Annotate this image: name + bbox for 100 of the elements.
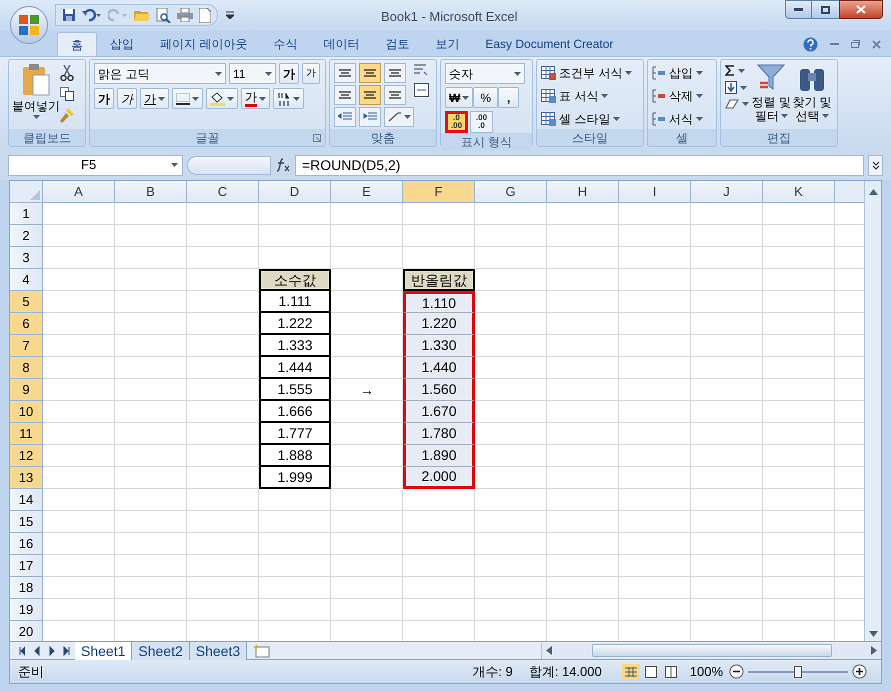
table-cell: 1.333 (259, 335, 331, 357)
underline-button[interactable]: 가 (140, 88, 169, 109)
sheet-tab[interactable]: Sheet2 (132, 642, 190, 660)
ribbon-tab[interactable]: Easy Document Creator (472, 32, 626, 56)
decimal-places-button[interactable]: .0 .00 (445, 111, 468, 133)
cells-button[interactable]: 삽입 (652, 63, 712, 83)
status-text: 준비 (17, 662, 45, 681)
group-label: 표시 형식 (460, 134, 512, 150)
font-color-button[interactable]: 가 (241, 88, 270, 109)
row-header[interactable]: 2 (10, 225, 43, 247)
table-cell: 1.330 (403, 335, 475, 357)
table-cell: 1.440 (403, 357, 475, 379)
bold-button[interactable]: 가 (94, 88, 114, 109)
find-select-button[interactable]: 찾기 및 선택 (791, 63, 833, 123)
comma-button[interactable]: , (498, 87, 520, 108)
column-header[interactable]: C (187, 181, 259, 203)
table-cell: 1.999 (259, 467, 331, 489)
group-label: 글꼴 (196, 130, 220, 146)
column-header[interactable]: K (763, 181, 835, 203)
group-label: 맞춤 (371, 130, 395, 146)
column-header[interactable]: J (691, 181, 763, 203)
column-header[interactable]: D (259, 181, 331, 203)
table-cell: 1.666 (259, 401, 331, 423)
group-label: 셀 (676, 130, 688, 146)
cells-button[interactable]: 삭제 (652, 86, 712, 106)
row-header[interactable]: 5 (10, 291, 43, 313)
row-header[interactable]: 13 (10, 467, 43, 489)
column-header[interactable]: E (331, 181, 403, 203)
row-header[interactable]: 15 (10, 511, 43, 533)
ribbon-tab[interactable]: 수식 (260, 32, 310, 56)
row-header[interactable]: 11 (10, 423, 43, 445)
group-label: 편집 (767, 130, 791, 146)
font-size-field[interactable]: 11 (229, 63, 276, 84)
row-header[interactable]: 16 (10, 533, 43, 555)
table-cell: 1.555 (259, 379, 331, 401)
column-header[interactable]: B (115, 181, 187, 203)
table-cell: 1.220 (403, 313, 475, 335)
italic-button[interactable]: 가 (117, 88, 137, 109)
table-cell: 1.444 (259, 357, 331, 379)
column-header[interactable]: A (43, 181, 115, 203)
table-heading-cell: 소수값 (259, 269, 331, 291)
row-header[interactable]: 10 (10, 401, 43, 423)
row-header[interactable]: 4 (10, 269, 43, 291)
table-cell: 1.110 (403, 291, 475, 313)
table-cell: 1.890 (403, 445, 475, 467)
count-text: 개수: 9 (472, 662, 513, 681)
ribbon-tab[interactable]: 검토 (372, 32, 422, 56)
row-header[interactable]: 7 (10, 335, 43, 357)
group-label: 스타일 (572, 130, 608, 146)
font-name-field[interactable]: 맑은 고딕 (94, 63, 226, 84)
row-header[interactable]: 20 (10, 621, 43, 641)
row-header[interactable]: 12 (10, 445, 43, 467)
row-header[interactable]: 6 (10, 313, 43, 335)
window-title: Book1 - Microsoft Excel (381, 8, 518, 26)
name-box[interactable]: F5 (8, 154, 183, 176)
row-header[interactable]: 9 (10, 379, 43, 401)
currency-button[interactable]: ₩ (445, 87, 474, 108)
table-cell: 1.888 (259, 445, 331, 467)
table-cell: 1.222 (259, 313, 331, 335)
paste-button[interactable]: 붙여넣기 (13, 63, 59, 123)
style-button[interactable]: 셀 스타일 (541, 109, 639, 129)
table-cell: 1.560 (403, 379, 475, 401)
column-header[interactable]: I (619, 181, 691, 203)
table-cell: 1.670 (403, 401, 475, 423)
table-cell: 1.777 (259, 423, 331, 445)
cells-button[interactable]: 서식 (652, 109, 712, 129)
number-format-field[interactable]: 숫자 (445, 63, 525, 84)
table-heading-cell: 반올림값 (403, 269, 475, 291)
ribbon-tab[interactable]: 삽입 (97, 32, 147, 56)
sum-text: 합계: 14.000 (528, 662, 602, 681)
percent-button[interactable]: % (473, 87, 498, 108)
row-header[interactable]: 18 (10, 577, 43, 599)
shrink-font-button[interactable]: 가 (302, 63, 320, 84)
sort-filter-button[interactable]: 정렬 및 필터 (752, 63, 792, 123)
table-cell: 1.111 (259, 291, 331, 313)
decimal-places-button[interactable]: .00 .0 (470, 111, 493, 133)
sheet-tab[interactable]: Sheet3 (190, 642, 248, 660)
grow-font-button[interactable]: 가 (279, 63, 299, 84)
column-header[interactable]: G (475, 181, 547, 203)
group-label: 클립보드 (23, 130, 71, 146)
sheet-tab[interactable]: Sheet1 (75, 642, 132, 660)
row-header[interactable]: 3 (10, 247, 43, 269)
column-header[interactable]: H (547, 181, 619, 203)
row-header[interactable]: 19 (10, 599, 43, 621)
style-button[interactable]: 표 서식 (541, 86, 639, 106)
ribbon-tab[interactable]: 홈 (57, 32, 97, 56)
formula-field[interactable]: =ROUND(D5,2) (295, 154, 864, 176)
zoom-level[interactable]: 100% (690, 662, 723, 682)
arrow-cell-text: → (359, 380, 375, 400)
ribbon-tab[interactable]: 보기 (422, 32, 472, 56)
table-cell: 2.000 (403, 467, 475, 489)
row-header[interactable]: 8 (10, 357, 43, 379)
row-header[interactable]: 1 (10, 203, 43, 225)
style-button[interactable]: 조건부 서식 (541, 63, 639, 83)
ribbon-tab[interactable]: 데이터 (310, 32, 372, 56)
table-cell: 1.780 (403, 423, 475, 445)
row-header[interactable]: 17 (10, 555, 43, 577)
column-header[interactable]: F (403, 181, 475, 203)
ribbon-tab[interactable]: 페이지 레이아웃 (147, 32, 260, 56)
row-header[interactable]: 14 (10, 489, 43, 511)
